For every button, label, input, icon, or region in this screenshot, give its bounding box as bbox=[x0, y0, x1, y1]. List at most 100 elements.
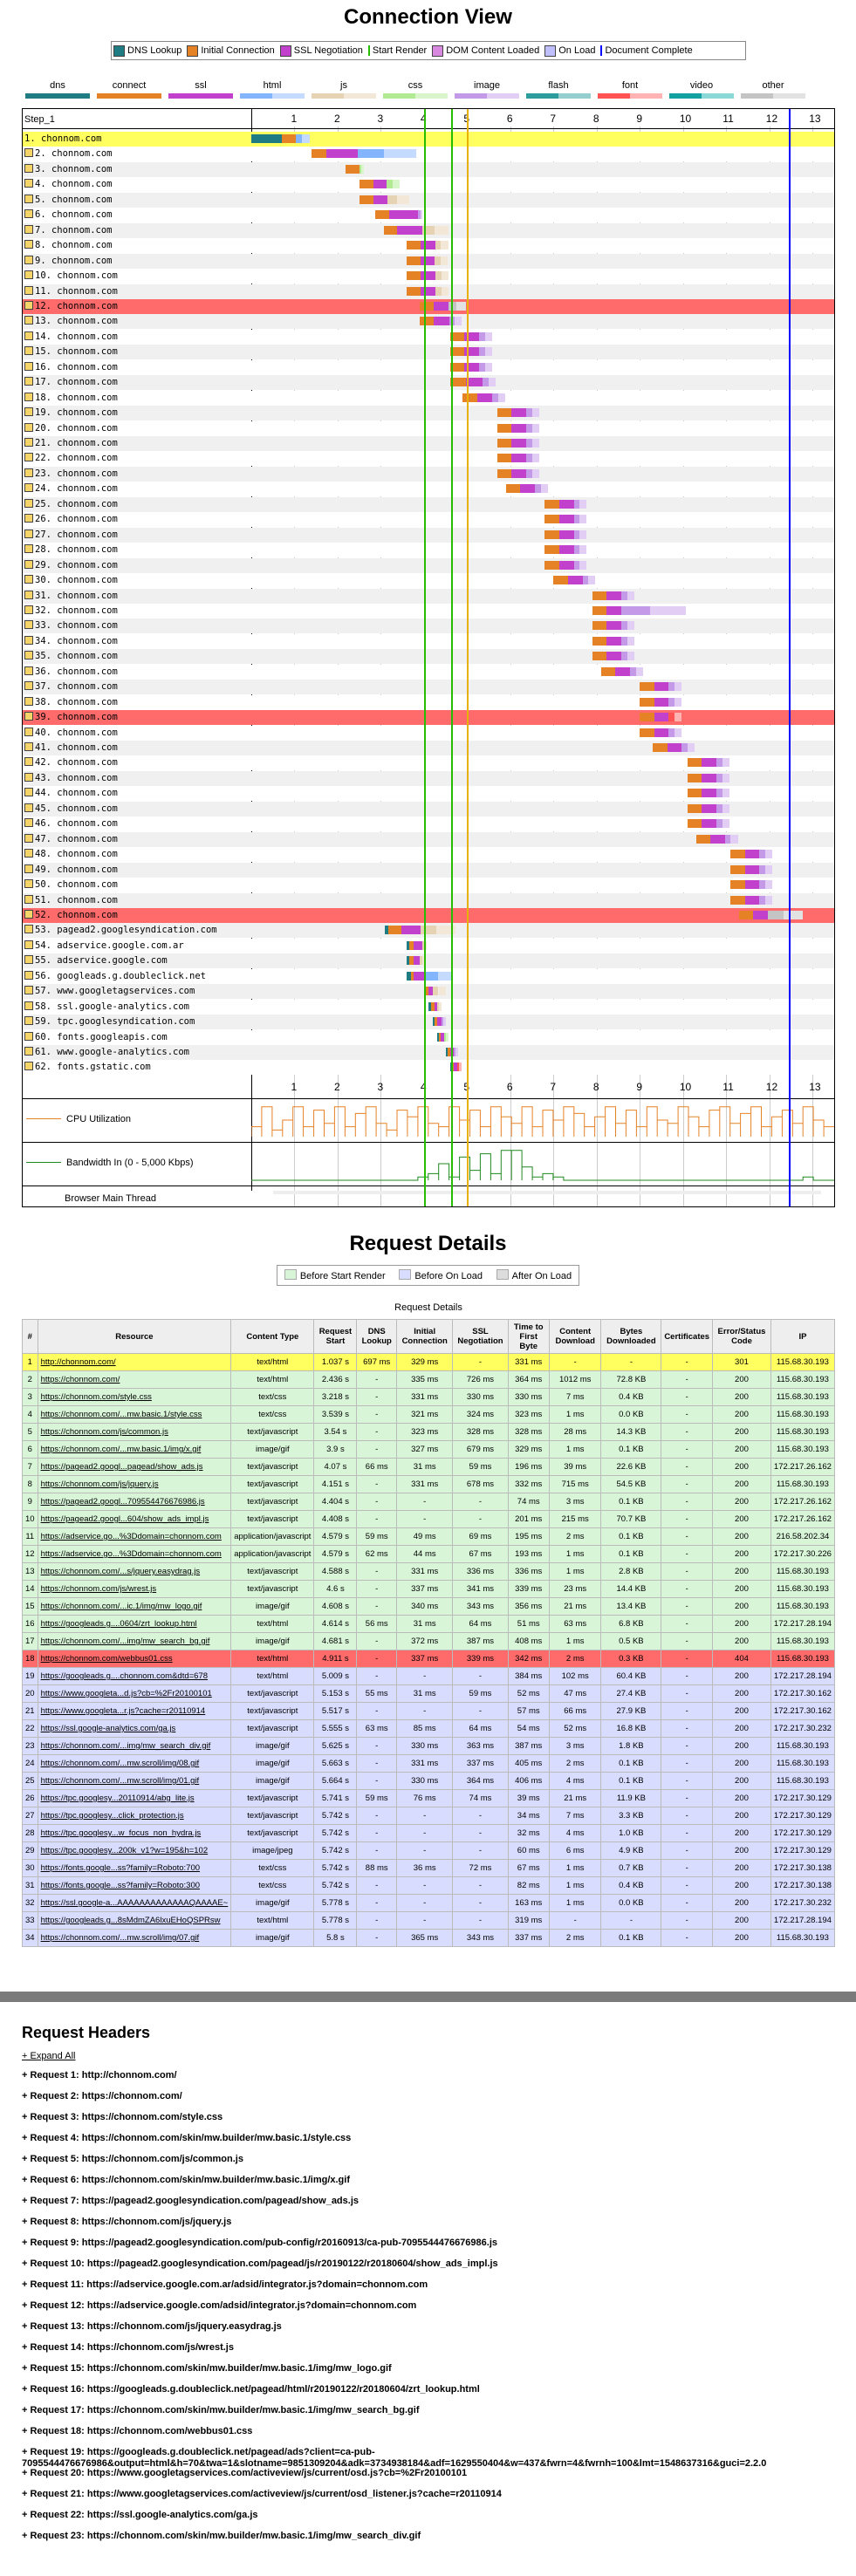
waterfall-row[interactable]: 9. chonnom.com bbox=[23, 253, 834, 269]
waterfall-row[interactable]: 29. chonnom.com bbox=[23, 557, 834, 573]
waterfall-row[interactable]: 62. fonts.gstatic.com bbox=[23, 1060, 834, 1076]
request-header-toggle[interactable]: + Request 17: https://chonnom.com/skin/m… bbox=[22, 2405, 842, 2426]
waterfall-row[interactable]: 1. chonnom.com bbox=[23, 132, 834, 147]
waterfall-row[interactable]: 49. chonnom.com bbox=[23, 862, 834, 878]
request-header-toggle[interactable]: + Request 19: https://googleads.g.double… bbox=[22, 2447, 842, 2469]
request-header-toggle[interactable]: + Request 13: https://chonnom.com/js/jqu… bbox=[22, 2321, 842, 2342]
request-header-toggle[interactable]: + Request 20: https://www.googletagservi… bbox=[22, 2468, 842, 2489]
resource-link[interactable]: https://fonts.google...ss?family=Roboto:… bbox=[41, 1863, 200, 1873]
request-header-toggle[interactable]: + Request 21: https://www.googletagservi… bbox=[22, 2489, 842, 2510]
waterfall-row[interactable]: 18. chonnom.com bbox=[23, 390, 834, 406]
resource-link[interactable]: https://tpc.googlesy...w_focus_non_hydra… bbox=[41, 1828, 202, 1838]
resource-link[interactable]: https://pagead2.googl...709554476676986.… bbox=[41, 1497, 205, 1507]
resource-link[interactable]: https://ssl.google-analytics.com/ga.js bbox=[41, 1724, 176, 1733]
resource-link[interactable]: https://googleads.g....chonnom.com&dtd=6… bbox=[41, 1671, 208, 1681]
waterfall-row[interactable]: 19. chonnom.com bbox=[23, 406, 834, 421]
waterfall-row[interactable]: 35. chonnom.com bbox=[23, 649, 834, 665]
waterfall-row[interactable]: 34. chonnom.com bbox=[23, 633, 834, 649]
request-header-toggle[interactable]: + Request 10: https://pagead2.googlesynd… bbox=[22, 2258, 842, 2279]
waterfall-row[interactable]: 16. chonnom.com bbox=[23, 359, 834, 375]
request-header-toggle[interactable]: + Request 9: https://pagead2.googlesyndi… bbox=[22, 2238, 842, 2258]
request-header-toggle[interactable]: + Request 14: https://chonnom.com/js/wre… bbox=[22, 2342, 842, 2363]
waterfall-row[interactable]: 36. chonnom.com bbox=[23, 664, 834, 680]
resource-link[interactable]: https://chonnom.com/ bbox=[41, 1375, 120, 1384]
waterfall-row[interactable]: 43. chonnom.com bbox=[23, 770, 834, 786]
resource-link[interactable]: https://tpc.googlesy...20110914/abg_lite… bbox=[41, 1794, 195, 1803]
request-header-toggle[interactable]: + Request 7: https://pagead2.googlesyndi… bbox=[22, 2196, 842, 2217]
waterfall-row[interactable]: 32. chonnom.com bbox=[23, 603, 834, 618]
resource-link[interactable]: https://chonnom.com/...mw.scroll/img/08.… bbox=[41, 1759, 200, 1768]
resource-link[interactable]: https://googleads.g....0604/zrt_lookup.h… bbox=[41, 1619, 197, 1629]
waterfall-row[interactable]: 2. chonnom.com bbox=[23, 147, 834, 162]
request-header-toggle[interactable]: + Request 12: https://adservice.google.c… bbox=[22, 2300, 842, 2321]
waterfall-row[interactable]: 53. pagead2.googlesyndication.com bbox=[23, 923, 834, 939]
waterfall-row[interactable]: 47. chonnom.com bbox=[23, 831, 834, 847]
request-header-toggle[interactable]: + Request 18: https://chonnom.com/webbus… bbox=[22, 2426, 842, 2447]
resource-link[interactable]: https://chonnom.com/js/jquery.js bbox=[41, 1479, 159, 1489]
request-header-toggle[interactable]: + Request 16: https://googleads.g.double… bbox=[22, 2384, 842, 2405]
waterfall-row[interactable]: 30. chonnom.com bbox=[23, 573, 834, 589]
waterfall-row[interactable]: 20. chonnom.com bbox=[23, 420, 834, 436]
waterfall-row[interactable]: 46. chonnom.com bbox=[23, 817, 834, 832]
waterfall-row[interactable]: 5. chonnom.com bbox=[23, 192, 834, 208]
waterfall-row[interactable]: 26. chonnom.com bbox=[23, 512, 834, 528]
waterfall-row[interactable]: 14. chonnom.com bbox=[23, 329, 834, 345]
resource-link[interactable]: https://chonnom.com/...img/mw_search_bg.… bbox=[41, 1636, 210, 1646]
waterfall-row[interactable]: 48. chonnom.com bbox=[23, 847, 834, 863]
resource-link[interactable]: https://ssl.google-a...AAAAAAAAAAAAAQAAA… bbox=[41, 1898, 229, 1908]
waterfall-row[interactable]: 59. tpc.googlesyndication.com bbox=[23, 1015, 834, 1030]
resource-link[interactable]: https://chonnom.com/style.css bbox=[41, 1392, 152, 1402]
waterfall-row[interactable]: 17. chonnom.com bbox=[23, 375, 834, 391]
resource-link[interactable]: http://chonnom.com/ bbox=[41, 1357, 116, 1367]
waterfall-row[interactable]: 15. chonnom.com bbox=[23, 345, 834, 360]
resource-link[interactable]: https://googleads.g...8sMdmZA6lxuEHoQSPR… bbox=[41, 1916, 221, 1925]
request-header-toggle[interactable]: + Request 3: https://chonnom.com/style.c… bbox=[22, 2112, 842, 2133]
resource-link[interactable]: https://pagead2.googl...pagead/show_ads.… bbox=[41, 1462, 203, 1472]
resource-link[interactable]: https://chonnom.com/...mw.scroll/img/07.… bbox=[41, 1933, 200, 1943]
waterfall-row[interactable]: 4. chonnom.com bbox=[23, 177, 834, 193]
resource-link[interactable]: https://fonts.google...ss?family=Roboto:… bbox=[41, 1881, 200, 1890]
waterfall-row[interactable]: 50. chonnom.com bbox=[23, 878, 834, 893]
waterfall-row[interactable]: 51. chonnom.com bbox=[23, 892, 834, 908]
resource-link[interactable]: https://chonnom.com/...s/jquery.easydrag… bbox=[41, 1567, 201, 1576]
resource-link[interactable]: https://chonnom.com/js/common.js bbox=[41, 1427, 168, 1437]
waterfall-row[interactable]: 52. chonnom.com bbox=[23, 907, 834, 923]
waterfall-row[interactable]: 37. chonnom.com bbox=[23, 680, 834, 695]
request-header-toggle[interactable]: + Request 1: http://chonnom.com/ bbox=[22, 2070, 842, 2091]
waterfall-row[interactable]: 23. chonnom.com bbox=[23, 466, 834, 482]
waterfall-row[interactable]: 40. chonnom.com bbox=[23, 725, 834, 741]
expand-all-link[interactable]: + Expand All bbox=[22, 2051, 842, 2061]
resource-link[interactable]: https://adservice.go...%3Ddomain=chonnom… bbox=[41, 1532, 222, 1541]
request-header-toggle[interactable]: + Request 8: https://chonnom.com/js/jque… bbox=[22, 2217, 842, 2238]
waterfall-row[interactable]: 27. chonnom.com bbox=[23, 527, 834, 543]
waterfall-row[interactable]: 6. chonnom.com bbox=[23, 208, 834, 223]
request-header-toggle[interactable]: + Request 11: https://adservice.google.c… bbox=[22, 2279, 842, 2300]
resource-link[interactable]: https://chonnom.com/webbus01.css bbox=[41, 1654, 173, 1664]
request-header-toggle[interactable]: + Request 4: https://chonnom.com/skin/mw… bbox=[22, 2133, 842, 2154]
resource-link[interactable]: https://chonnom.com/...img/mw_search_div… bbox=[41, 1741, 211, 1751]
waterfall-row[interactable]: 55. adservice.google.com bbox=[23, 953, 834, 969]
request-header-toggle[interactable]: + Request 22: https://ssl.google-analyti… bbox=[22, 2510, 842, 2531]
waterfall-row[interactable]: 13. chonnom.com bbox=[23, 314, 834, 330]
waterfall-row[interactable]: 12. chonnom.com bbox=[23, 298, 834, 314]
waterfall-row[interactable]: 10. chonnom.com bbox=[23, 269, 834, 284]
waterfall-row[interactable]: 42. chonnom.com bbox=[23, 755, 834, 771]
waterfall-row[interactable]: 33. chonnom.com bbox=[23, 618, 834, 634]
waterfall-row[interactable]: 61. www.google-analytics.com bbox=[23, 1045, 834, 1060]
resource-link[interactable]: https://adservice.go...%3Ddomain=chonnom… bbox=[41, 1549, 222, 1559]
request-header-toggle[interactable]: + Request 15: https://chonnom.com/skin/m… bbox=[22, 2363, 842, 2384]
waterfall-row[interactable]: 31. chonnom.com bbox=[23, 588, 834, 604]
waterfall-row[interactable]: 22. chonnom.com bbox=[23, 451, 834, 467]
resource-link[interactable]: https://tpc.googlesy...200k_v1?w=195&h=1… bbox=[41, 1846, 209, 1855]
waterfall-row[interactable]: 39. chonnom.com bbox=[23, 710, 834, 726]
waterfall-row[interactable]: 54. adservice.google.com.ar bbox=[23, 938, 834, 953]
resource-link[interactable]: https://chonnom.com/js/wrest.js bbox=[41, 1584, 157, 1594]
request-header-toggle[interactable]: + Request 23: https://chonnom.com/skin/m… bbox=[22, 2531, 842, 2552]
request-header-toggle[interactable]: + Request 6: https://chonnom.com/skin/mw… bbox=[22, 2175, 842, 2196]
waterfall-row[interactable]: 21. chonnom.com bbox=[23, 436, 834, 451]
resource-link[interactable]: https://pagead2.googl...604/show_ads_imp… bbox=[41, 1514, 209, 1524]
resource-link[interactable]: https://www.googleta...r.js?cache=r20110… bbox=[41, 1706, 206, 1716]
resource-link[interactable]: https://chonnom.com/...mw.basic.1/img/x.… bbox=[41, 1445, 202, 1454]
waterfall-row[interactable]: 60. fonts.googleapis.com bbox=[23, 1029, 834, 1045]
waterfall-row[interactable]: 28. chonnom.com bbox=[23, 543, 834, 558]
